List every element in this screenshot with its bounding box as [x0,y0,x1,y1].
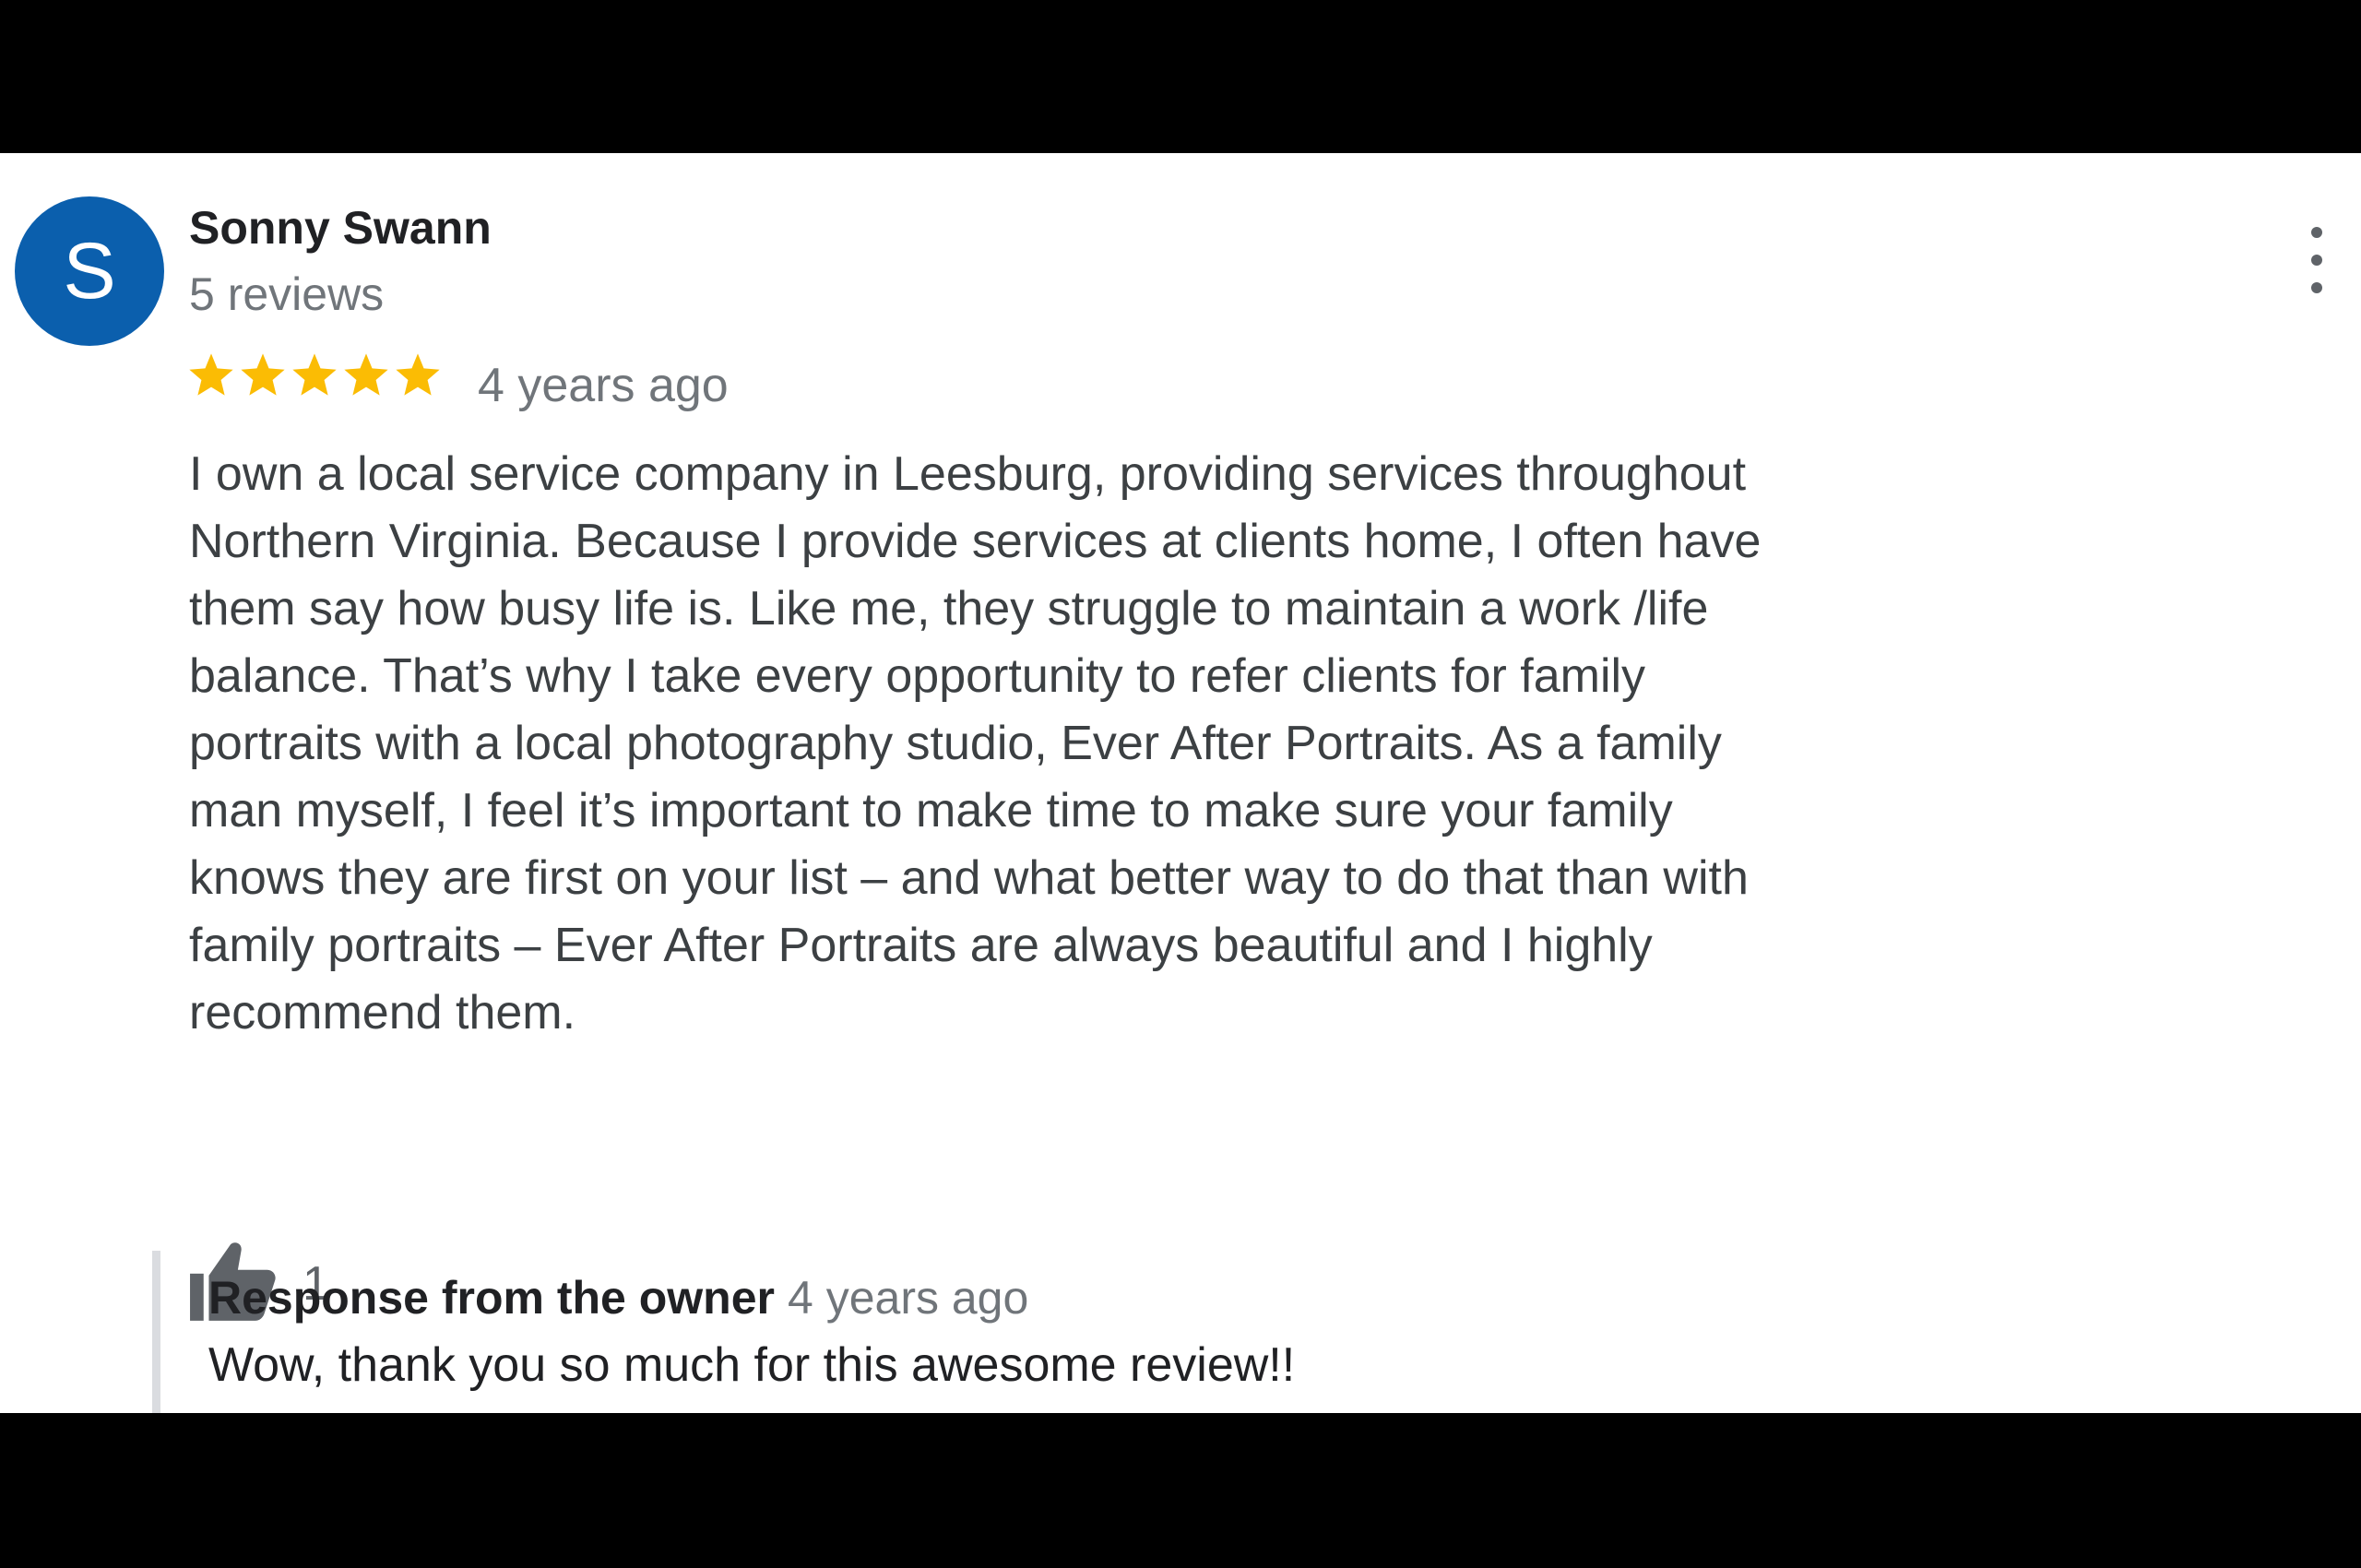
review-time: 4 years ago [478,359,729,412]
response-title: Response from the owner [208,1272,775,1324]
review-text: I own a local service company in Leesbur… [189,447,1762,1039]
more-vert-icon-dot [2311,282,2322,293]
response-divider [152,1251,160,1413]
review-card: S Sonny Swann 5 reviews 4 years ago I ow… [0,153,2361,1413]
response-text: Wow, thank you so much for this awesome … [208,1338,1296,1392]
star-icon [344,353,388,396]
avatar[interactable]: S [15,196,164,346]
more-options-button[interactable] [2295,227,2339,293]
owner-response-header: Response from the owner 4 years ago [208,1271,1028,1324]
star-icon [396,353,440,396]
star-rating [186,350,443,410]
star-icon [241,353,285,396]
reviewer-name[interactable]: Sonny Swann [189,201,492,255]
response-time: 4 years ago [788,1272,1029,1324]
star-icon [292,353,337,396]
more-vert-icon-dot [2311,255,2322,266]
reviewer-review-count[interactable]: 5 reviews [189,267,384,321]
star-icon [189,353,233,396]
more-vert-icon [2311,227,2322,238]
